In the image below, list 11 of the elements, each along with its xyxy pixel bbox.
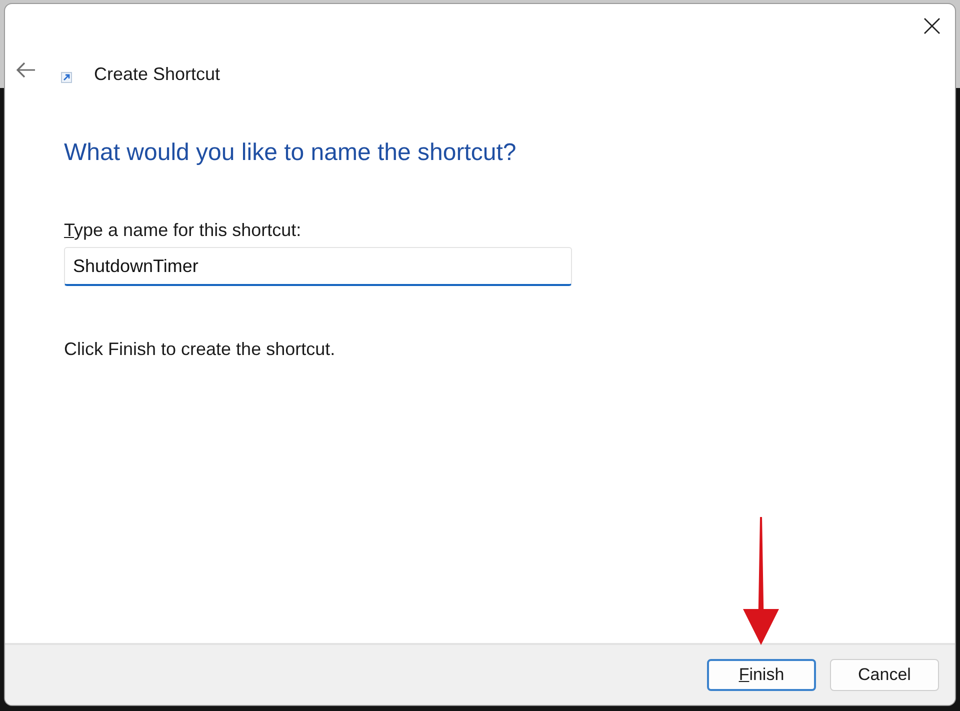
page-heading: What would you like to name the shortcut? — [64, 138, 516, 168]
field-label: Type a name for this shortcut: — [64, 220, 302, 240]
back-arrow-icon — [16, 62, 36, 78]
name-input-field[interactable]: ShutdownTimer — [64, 247, 572, 286]
close-icon — [924, 18, 940, 34]
shortcut-icon — [61, 72, 72, 82]
back-button[interactable] — [16, 62, 36, 78]
cancel-button[interactable]: Cancel — [830, 659, 939, 691]
instruction-text: Click Finish to create the shortcut. — [64, 339, 336, 359]
window-title: Create Shortcut — [94, 62, 220, 84]
finish-button[interactable]: Finish — [707, 659, 816, 691]
